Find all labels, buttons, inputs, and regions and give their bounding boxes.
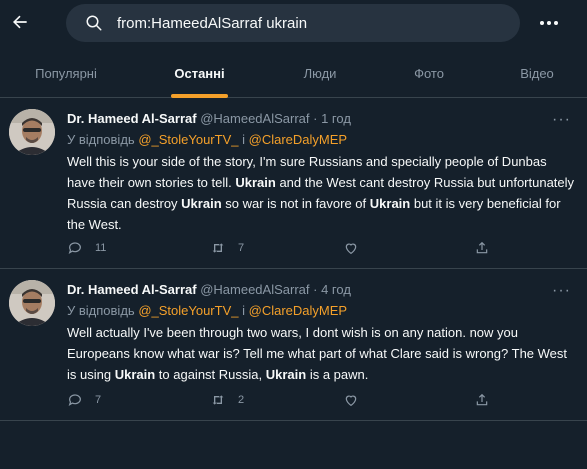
tweet-actions: 11 7: [67, 240, 507, 260]
avatar-photo: [9, 280, 55, 326]
more-icon: [540, 21, 544, 25]
tab-popular[interactable]: Популярні: [24, 50, 108, 98]
highlighted-keyword: Ukrain: [181, 196, 222, 211]
tweet-header: Dr. Hameed Al-Sarraf @HameedAlSarraf · 1…: [67, 111, 351, 126]
like-button[interactable]: [343, 240, 371, 256]
text-segment: is a pawn.: [306, 367, 369, 382]
tab-photos[interactable]: Фото: [399, 50, 459, 98]
text-segment: to against Russia,: [155, 367, 266, 382]
tab-people[interactable]: Люди: [285, 50, 355, 98]
highlighted-keyword: Ukrain: [235, 175, 276, 190]
back-button[interactable]: [8, 10, 32, 34]
like-icon: [345, 395, 357, 407]
tweet-text: Well this is your side of the story, I'm…: [67, 151, 575, 235]
mention-link[interactable]: @ClareDalyMEP: [249, 303, 347, 318]
separator-dot: ·: [313, 282, 318, 297]
author-name[interactable]: Dr. Hameed Al-Sarraf: [67, 111, 197, 126]
like-button[interactable]: [343, 392, 371, 408]
tweet[interactable]: Dr. Hameed Al-Sarraf @HameedAlSarraf · 4…: [0, 270, 587, 421]
share-button[interactable]: [474, 392, 490, 408]
text-segment: so war is not in favore of: [221, 196, 370, 211]
more-icon-dot: [554, 21, 558, 25]
author-handle[interactable]: @HameedAlSarraf: [200, 282, 309, 297]
reply-button[interactable]: 11: [67, 240, 106, 256]
search-input[interactable]: [117, 4, 507, 42]
back-arrow-icon: [13, 15, 27, 29]
reply-context: У відповідь @_StoleYourTV_ і @ClareDalyM…: [67, 303, 347, 318]
reply-icon: [68, 394, 81, 406]
avatar-photo: [9, 109, 55, 155]
share-icon: [476, 393, 488, 406]
reply-icon: [68, 242, 81, 254]
tweet[interactable]: Dr. Hameed Al-Sarraf @HameedAlSarraf · 1…: [0, 99, 587, 269]
share-icon: [476, 241, 488, 254]
mention-link[interactable]: @_StoleYourTV_: [138, 132, 238, 147]
reply-context: У відповідь @_StoleYourTV_ і @ClareDalyM…: [67, 132, 347, 147]
reply-prefix: У відповідь: [67, 132, 135, 147]
tweet-time[interactable]: 4 год: [321, 282, 351, 297]
reply-button[interactable]: 7: [67, 392, 101, 408]
tweet-more-icon[interactable]: ···: [552, 282, 571, 300]
tweet-actions: 7 2: [67, 392, 507, 412]
author-handle[interactable]: @HameedAlSarraf: [200, 111, 309, 126]
separator-dot: ·: [313, 111, 318, 126]
tab-videos[interactable]: Відео: [505, 50, 569, 98]
tweet-time[interactable]: 1 год: [321, 111, 351, 126]
mention-link[interactable]: @ClareDalyMEP: [249, 132, 347, 147]
highlighted-keyword: Ukrain: [369, 196, 411, 211]
more-options-button[interactable]: [536, 10, 562, 36]
retweet-icon: [212, 395, 224, 405]
highlighted-keyword: Ukrain: [114, 367, 156, 382]
tweet-more-icon[interactable]: ···: [552, 111, 571, 129]
like-icon: [345, 243, 357, 255]
tab-latest[interactable]: Останні: [157, 50, 242, 98]
highlighted-keyword: Ukrain: [265, 367, 307, 382]
search-icon: [86, 15, 102, 31]
share-button[interactable]: [474, 240, 490, 256]
tweet-header: Dr. Hameed Al-Sarraf @HameedAlSarraf · 4…: [67, 282, 351, 297]
retweet-button[interactable]: 2: [210, 392, 244, 408]
reply-count: 11: [95, 242, 107, 254]
search-box[interactable]: [66, 4, 520, 42]
retweet-icon: [212, 243, 224, 253]
tweet-text: Well actually I've been through two wars…: [67, 322, 575, 385]
mention-link[interactable]: @_StoleYourTV_: [138, 303, 238, 318]
more-icon-dot: [547, 21, 551, 25]
active-tab-indicator: [171, 94, 228, 98]
search-tabs: Популярні Останні Люди Фото Відео: [0, 50, 587, 98]
reply-join: і: [242, 303, 245, 318]
top-bar: [0, 0, 587, 46]
reply-count: 7: [95, 394, 102, 406]
retweet-count: 2: [238, 394, 245, 406]
retweet-count: 7: [238, 242, 245, 254]
author-name[interactable]: Dr. Hameed Al-Sarraf: [67, 282, 197, 297]
avatar[interactable]: [9, 109, 55, 155]
reply-join: і: [242, 132, 245, 147]
reply-prefix: У відповідь: [67, 303, 135, 318]
avatar[interactable]: [9, 280, 55, 326]
retweet-button[interactable]: 7: [210, 240, 244, 256]
